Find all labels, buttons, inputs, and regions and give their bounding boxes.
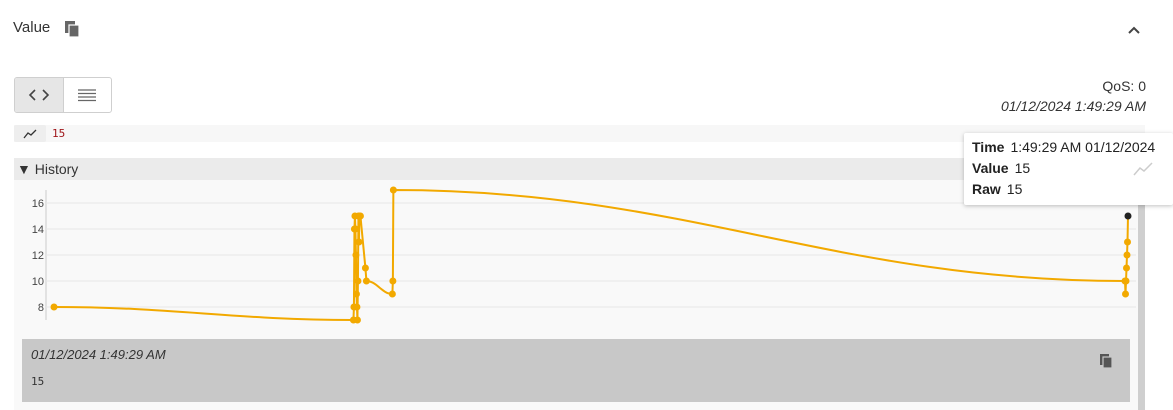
tooltip-trend-icon: [1133, 162, 1153, 176]
data-point[interactable]: [362, 277, 370, 285]
data-point[interactable]: [356, 212, 364, 220]
data-point[interactable]: [361, 264, 369, 272]
data-point[interactable]: [352, 290, 360, 298]
data-point[interactable]: [353, 303, 361, 311]
copy-detail-icon[interactable]: [1099, 353, 1113, 369]
detail-panel: [22, 339, 1130, 402]
data-point[interactable]: [389, 277, 397, 285]
data-point[interactable]: [351, 225, 359, 233]
tooltip-time-row: Time 1:49:29 AM 01/12/2024: [972, 139, 1155, 155]
data-point[interactable]: [355, 238, 363, 246]
data-point[interactable]: [352, 251, 360, 259]
detail-timestamp: 01/12/2024 1:49:29 AM: [31, 347, 166, 362]
tooltip-value-label: Value: [972, 160, 1009, 176]
data-point[interactable]: [1123, 251, 1131, 259]
data-point[interactable]: [1122, 290, 1130, 298]
tooltip-time-label: Time: [972, 139, 1005, 155]
y-tick-label: 16: [32, 198, 44, 210]
y-tick-label: 14: [32, 224, 44, 236]
tooltip-raw-value: 15: [1006, 181, 1023, 197]
y-tick-label: 12: [32, 250, 44, 262]
data-point[interactable]: [389, 186, 397, 194]
tooltip-time-value: 1:49:29 AM 01/12/2024: [1010, 139, 1156, 155]
selected-data-point[interactable]: [1124, 212, 1132, 220]
tooltip-value-value: 15: [1014, 160, 1031, 176]
y-tick-label: 10: [32, 276, 44, 288]
data-point[interactable]: [1122, 277, 1130, 285]
data-point[interactable]: [353, 316, 361, 324]
chart-tooltip: Time 1:49:29 AM 01/12/2024 Value 15 Raw 15: [964, 133, 1173, 205]
data-point[interactable]: [1124, 238, 1132, 246]
data-point[interactable]: [50, 303, 58, 311]
tooltip-raw-label: Raw: [972, 181, 1001, 197]
data-point[interactable]: [1123, 264, 1131, 272]
y-tick-label: 8: [38, 302, 44, 314]
data-point[interactable]: [354, 277, 362, 285]
data-point[interactable]: [388, 290, 396, 298]
detail-value: 15: [31, 375, 45, 388]
tooltip-raw-row: Raw 15: [972, 181, 1022, 197]
tooltip-value-row: Value 15: [972, 160, 1030, 176]
